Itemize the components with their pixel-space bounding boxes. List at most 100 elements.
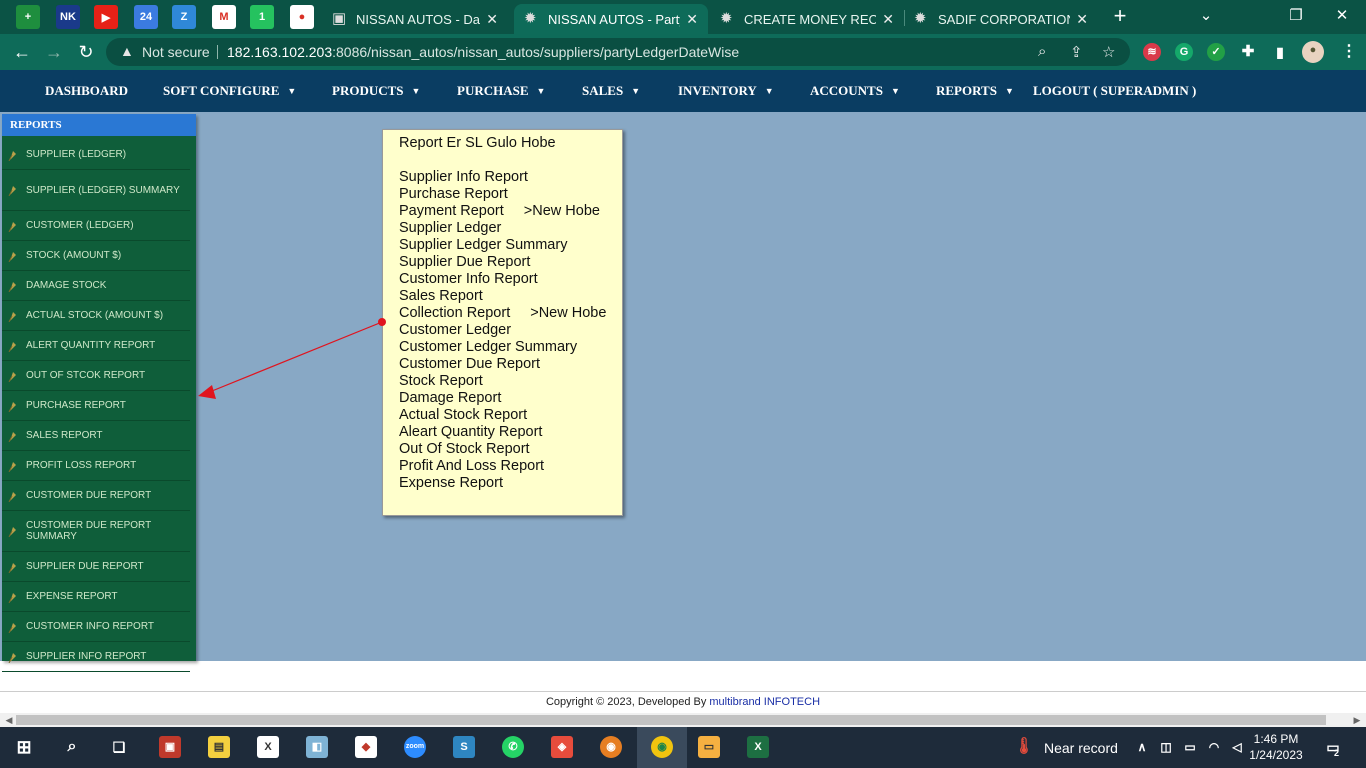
app-icon-2[interactable]: ◧ <box>306 736 328 758</box>
zoom-app-icon[interactable]: zoom <box>404 736 426 758</box>
zoom-icon[interactable]: ⌕ <box>1038 43 1046 60</box>
scrollbar-thumb[interactable] <box>16 715 1326 725</box>
sidebar-item[interactable]: SALES REPORT <box>2 421 190 451</box>
meet-icon[interactable]: ◫ <box>1155 736 1177 758</box>
sidebar-item[interactable]: PROFIT LOSS REPORT <box>2 451 190 481</box>
browser-tab[interactable]: ✹ NISSAN AUTOS - PartyLe ✕ <box>514 4 708 34</box>
sidebar-item[interactable]: CUSTOMER DUE REPORT SUMMARY <box>2 511 190 552</box>
pinned-tab-nk-icon[interactable]: NK <box>56 5 80 29</box>
sidebar-item[interactable]: EXPENSE REPORT <box>2 582 190 612</box>
sticky-notes-icon[interactable]: ▤ <box>208 736 230 758</box>
extension-icon[interactable]: ≋ <box>1143 43 1161 61</box>
pinned-tab-photos-icon[interactable]: ● <box>290 5 314 29</box>
share-icon[interactable]: ⇪ <box>1070 43 1083 61</box>
close-tab-icon[interactable]: ✕ <box>486 11 498 28</box>
system-clock[interactable]: 1:46 PM 1/24/2023 <box>1246 731 1306 763</box>
sidebar-item[interactable]: CUSTOMER (LEDGER) <box>2 211 190 241</box>
forward-icon[interactable]: → <box>42 40 66 64</box>
scroll-left-icon[interactable]: ◀ <box>2 713 16 727</box>
sidebar-item[interactable]: PURCHASE REPORT <box>2 391 190 421</box>
pinned-tab-youtube-icon[interactable]: ▶ <box>94 5 118 29</box>
new-tab-button[interactable]: + <box>1108 4 1132 28</box>
scroll-right-icon[interactable]: ▶ <box>1350 713 1364 727</box>
whatsapp-icon[interactable]: ✆ <box>502 736 524 758</box>
battery-icon[interactable]: ▭ <box>1179 736 1201 758</box>
nav-accounts[interactable]: ACCOUNTS ▼ <box>810 83 900 99</box>
sidebar-item[interactable]: CUSTOMER DUE REPORT <box>2 481 190 511</box>
vpn-extension-icon[interactable]: ✓ <box>1207 43 1225 61</box>
nav-dashboard[interactable]: DASHBOARD <box>45 83 128 99</box>
close-tab-icon[interactable]: ✕ <box>1076 11 1088 28</box>
grammarly-icon[interactable]: G <box>1175 43 1193 61</box>
task-view-icon[interactable]: ❏ <box>108 736 130 758</box>
browser-tab[interactable]: ✹ CREATE MONEY RECEIPT ✕ <box>710 4 904 34</box>
app-s-icon[interactable]: S <box>453 736 475 758</box>
chevron-up-icon[interactable]: ∧ <box>1131 736 1153 758</box>
volume-icon[interactable]: ◁ <box>1226 736 1248 758</box>
bookmark-star-icon[interactable]: ☆ <box>1102 43 1115 61</box>
browser-tab[interactable]: ✹ SADIF CORPORATION - C ✕ <box>904 4 1098 34</box>
tab-title: NISSAN AUTOS - Dashbo <box>356 11 481 27</box>
horizontal-scrollbar[interactable]: ◀ ▶ <box>0 713 1366 727</box>
tab-title: NISSAN AUTOS - PartyLe <box>548 11 680 27</box>
not-secure-label[interactable]: Not secure <box>142 44 210 60</box>
nav-products[interactable]: PRODUCTS ▼ <box>332 83 420 99</box>
leaf-icon <box>8 622 16 633</box>
close-tab-icon[interactable]: ✕ <box>686 11 698 28</box>
pinned-tab-whatsapp-icon[interactable]: 1 <box>250 5 274 29</box>
firefox-icon[interactable]: ◉ <box>600 736 622 758</box>
restore-window-button[interactable]: ❐ <box>1276 2 1316 30</box>
sidebar-item[interactable]: OUT OF STCOK REPORT <box>2 361 190 391</box>
sidebar-item[interactable]: SUPPLIER INFO REPORT <box>2 642 190 672</box>
back-icon[interactable]: ← <box>10 40 34 64</box>
note-line-text: Aleart Quantity Report <box>399 424 543 440</box>
search-icon[interactable]: ⌕ <box>61 736 83 758</box>
address-bar[interactable]: ▲ Not secure 182.163.102.203:8086/nissan… <box>106 38 1130 66</box>
nav-sales[interactable]: SALES ▼ <box>582 83 640 99</box>
developer-link[interactable]: multibrand INFOTECH <box>709 696 820 708</box>
side-panel-icon[interactable]: ▮ <box>1271 43 1289 61</box>
reload-icon[interactable]: ↻ <box>74 40 98 64</box>
close-tab-icon[interactable]: ✕ <box>882 11 894 28</box>
windows-start-icon[interactable]: ⊞ <box>13 736 35 758</box>
notifications-icon[interactable]: ▭ 2 <box>1322 736 1344 758</box>
sidebar-item[interactable]: DAMAGE STOCK <box>2 271 190 301</box>
weather-text[interactable]: Near record <box>1044 740 1118 756</box>
menu-kebab-icon[interactable]: ⋮ <box>1340 43 1358 61</box>
pinned-tab-zoho-icon[interactable]: Z <box>172 5 196 29</box>
sidebar-item[interactable]: SUPPLIER (LEDGER) <box>2 140 190 170</box>
xampp-icon[interactable]: X <box>257 736 279 758</box>
note-line-text: Sales Report <box>399 288 483 304</box>
profile-avatar[interactable]: ● <box>1302 41 1324 63</box>
sidebar-item[interactable]: ALERT QUANTITY REPORT <box>2 331 190 361</box>
nav-inventory[interactable]: INVENTORY ▼ <box>678 83 774 99</box>
chrome-icon[interactable]: ◉ <box>651 736 673 758</box>
file-explorer-icon[interactable]: ▭ <box>698 736 720 758</box>
nav-purchase[interactable]: PURCHASE ▼ <box>457 83 545 99</box>
anydesk-icon[interactable]: ◆ <box>355 736 377 758</box>
nav-soft-configure[interactable]: SOFT CONFIGURE ▼ <box>163 83 296 99</box>
anydesk-red-icon[interactable]: ◈ <box>551 736 573 758</box>
note-line: Purchase Report <box>399 186 606 203</box>
thermometer-icon[interactable]: 🌡 <box>1013 736 1035 758</box>
browser-tab[interactable]: ▣ NISSAN AUTOS - Dashbo ✕ <box>322 4 508 34</box>
url-text[interactable]: 182.163.102.203:8086/nissan_autos/nissan… <box>227 44 739 60</box>
sidebar-item[interactable]: SUPPLIER DUE REPORT <box>2 552 190 582</box>
warning-icon[interactable]: ▲ <box>120 43 134 59</box>
close-window-button[interactable]: ✕ <box>1322 2 1362 30</box>
tab-search-icon[interactable]: ⌄ <box>1186 2 1226 30</box>
wifi-icon[interactable]: ◠ <box>1203 736 1225 758</box>
pinned-tab-sheets-icon[interactable]: + <box>16 5 40 29</box>
app-icon[interactable]: ▣ <box>159 736 181 758</box>
sidebar-item[interactable]: ACTUAL STOCK (AMOUNT $) <box>2 301 190 331</box>
excel-icon[interactable]: X <box>747 736 769 758</box>
nav-logout-superadmin[interactable]: LOGOUT ( SUPERADMIN ) <box>1033 83 1196 99</box>
sidebar-item[interactable]: SUPPLIER (LEDGER) SUMMARY <box>2 170 190 211</box>
sidebar-item[interactable]: STOCK (AMOUNT $) <box>2 241 190 271</box>
pinned-tab-gmail-icon[interactable]: M <box>212 5 236 29</box>
pinned-tab-calendar-icon[interactable]: 24 <box>134 5 158 29</box>
sidebar-item[interactable]: CUSTOMER INFO REPORT <box>2 612 190 642</box>
nav-reports[interactable]: REPORTS ▼ <box>936 83 1014 99</box>
extensions-puzzle-icon[interactable]: ✚ <box>1239 43 1257 61</box>
note-lines: Supplier Info Report Purchase Report Payme… <box>399 169 606 492</box>
